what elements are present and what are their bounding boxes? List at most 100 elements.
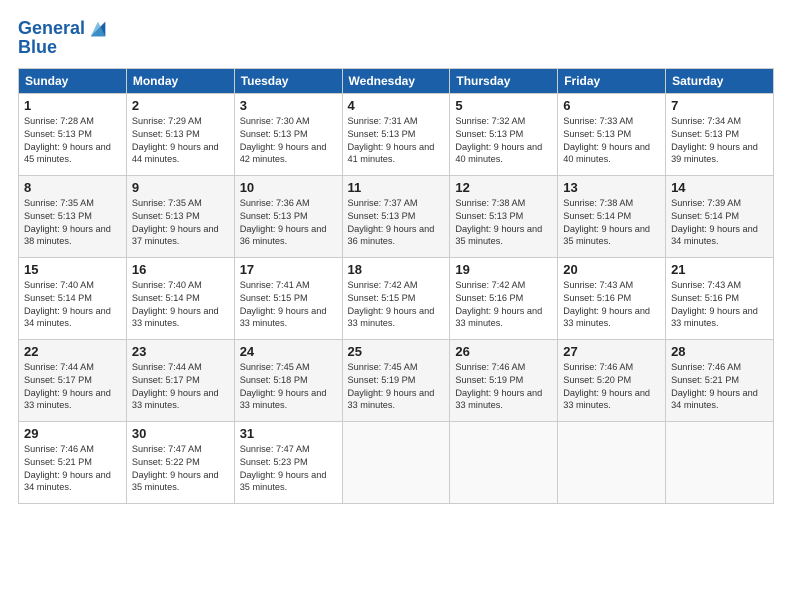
day-info: Sunrise: 7:40 AMSunset: 5:14 PMDaylight:… xyxy=(132,279,229,331)
day-number: 7 xyxy=(671,98,768,113)
day-info: Sunrise: 7:39 AMSunset: 5:14 PMDaylight:… xyxy=(671,197,768,249)
day-info: Sunrise: 7:32 AMSunset: 5:13 PMDaylight:… xyxy=(455,115,552,167)
calendar-day-cell: 1 Sunrise: 7:28 AMSunset: 5:13 PMDaylight… xyxy=(19,93,127,175)
day-number: 8 xyxy=(24,180,121,195)
calendar-day-cell: 30 Sunrise: 7:47 AMSunset: 5:22 PMDayligh… xyxy=(126,421,234,503)
day-info: Sunrise: 7:34 AMSunset: 5:13 PMDaylight:… xyxy=(671,115,768,167)
day-info: Sunrise: 7:42 AMSunset: 5:16 PMDaylight:… xyxy=(455,279,552,331)
calendar-day-cell: 19 Sunrise: 7:42 AMSunset: 5:16 PMDayligh… xyxy=(450,257,558,339)
day-number: 22 xyxy=(24,344,121,359)
day-number: 11 xyxy=(348,180,445,195)
calendar-week-row: 8 Sunrise: 7:35 AMSunset: 5:13 PMDaylight… xyxy=(19,175,774,257)
calendar-week-row: 29Sunrise: 7:46 AMSunset: 5:21 PMDayligh… xyxy=(19,421,774,503)
day-info: Sunrise: 7:40 AMSunset: 5:14 PMDaylight:… xyxy=(24,279,121,331)
header: General Blue xyxy=(18,18,774,58)
day-info: Sunrise: 7:30 AMSunset: 5:13 PMDaylight:… xyxy=(240,115,337,167)
day-number: 25 xyxy=(348,344,445,359)
day-info: Sunrise: 7:46 AMSunset: 5:21 PMDaylight:… xyxy=(671,361,768,413)
day-number: 31 xyxy=(240,426,337,441)
weekday-header: Monday xyxy=(126,68,234,93)
calendar-day-cell xyxy=(342,421,450,503)
day-number: 12 xyxy=(455,180,552,195)
day-info: Sunrise: 7:29 AMSunset: 5:13 PMDaylight:… xyxy=(132,115,229,167)
calendar-container: General Blue SundayMondayTuesdayWednesda… xyxy=(0,0,792,612)
calendar-day-cell: 20 Sunrise: 7:43 AMSunset: 5:16 PMDayligh… xyxy=(558,257,666,339)
day-info: Sunrise: 7:35 AMSunset: 5:13 PMDaylight:… xyxy=(132,197,229,249)
calendar-day-cell: 11 Sunrise: 7:37 AMSunset: 5:13 PMDayligh… xyxy=(342,175,450,257)
day-number: 1 xyxy=(24,98,121,113)
calendar-day-cell: 12 Sunrise: 7:38 AMSunset: 5:13 PMDayligh… xyxy=(450,175,558,257)
calendar-day-cell: 26Sunrise: 7:46 AMSunset: 5:19 PMDayligh… xyxy=(450,339,558,421)
day-number: 21 xyxy=(671,262,768,277)
day-number: 13 xyxy=(563,180,660,195)
day-number: 17 xyxy=(240,262,337,277)
day-number: 14 xyxy=(671,180,768,195)
logo-icon xyxy=(87,18,109,40)
calendar-day-cell: 24 Sunrise: 7:45 AMSunset: 5:18 PMDayligh… xyxy=(234,339,342,421)
day-info: Sunrise: 7:44 AMSunset: 5:17 PMDaylight:… xyxy=(24,361,121,413)
calendar-day-cell: 8 Sunrise: 7:35 AMSunset: 5:13 PMDaylight… xyxy=(19,175,127,257)
day-number: 24 xyxy=(240,344,337,359)
weekday-header: Friday xyxy=(558,68,666,93)
day-info: Sunrise: 7:43 AMSunset: 5:16 PMDaylight:… xyxy=(563,279,660,331)
calendar-day-cell: 14 Sunrise: 7:39 AMSunset: 5:14 PMDayligh… xyxy=(666,175,774,257)
weekday-header: Saturday xyxy=(666,68,774,93)
day-info: Sunrise: 7:38 AMSunset: 5:13 PMDaylight:… xyxy=(455,197,552,249)
day-info: Sunrise: 7:42 AMSunset: 5:15 PMDaylight:… xyxy=(348,279,445,331)
calendar-day-cell: 29Sunrise: 7:46 AMSunset: 5:21 PMDayligh… xyxy=(19,421,127,503)
calendar-day-cell xyxy=(450,421,558,503)
day-info: Sunrise: 7:36 AMSunset: 5:13 PMDaylight:… xyxy=(240,197,337,249)
day-info: Sunrise: 7:43 AMSunset: 5:16 PMDaylight:… xyxy=(671,279,768,331)
calendar-day-cell: 7 Sunrise: 7:34 AMSunset: 5:13 PMDaylight… xyxy=(666,93,774,175)
day-number: 23 xyxy=(132,344,229,359)
calendar-day-cell: 23 Sunrise: 7:44 AMSunset: 5:17 PMDayligh… xyxy=(126,339,234,421)
calendar-day-cell: 6 Sunrise: 7:33 AMSunset: 5:13 PMDaylight… xyxy=(558,93,666,175)
calendar-day-cell: 18 Sunrise: 7:42 AMSunset: 5:15 PMDayligh… xyxy=(342,257,450,339)
day-number: 9 xyxy=(132,180,229,195)
day-info: Sunrise: 7:33 AMSunset: 5:13 PMDaylight:… xyxy=(563,115,660,167)
day-number: 18 xyxy=(348,262,445,277)
calendar-day-cell: 4Sunrise: 7:31 AMSunset: 5:13 PMDaylight… xyxy=(342,93,450,175)
calendar-week-row: 1 Sunrise: 7:28 AMSunset: 5:13 PMDaylight… xyxy=(19,93,774,175)
weekday-header: Wednesday xyxy=(342,68,450,93)
calendar-day-cell: 27 Sunrise: 7:46 AMSunset: 5:20 PMDayligh… xyxy=(558,339,666,421)
day-number: 10 xyxy=(240,180,337,195)
calendar-day-cell: 28Sunrise: 7:46 AMSunset: 5:21 PMDayligh… xyxy=(666,339,774,421)
calendar-day-cell: 25 Sunrise: 7:45 AMSunset: 5:19 PMDayligh… xyxy=(342,339,450,421)
day-number: 15 xyxy=(24,262,121,277)
day-info: Sunrise: 7:45 AMSunset: 5:18 PMDaylight:… xyxy=(240,361,337,413)
day-info: Sunrise: 7:46 AMSunset: 5:20 PMDaylight:… xyxy=(563,361,660,413)
day-number: 6 xyxy=(563,98,660,113)
calendar-day-cell: 16 Sunrise: 7:40 AMSunset: 5:14 PMDayligh… xyxy=(126,257,234,339)
calendar-day-cell: 9 Sunrise: 7:35 AMSunset: 5:13 PMDaylight… xyxy=(126,175,234,257)
day-info: Sunrise: 7:28 AMSunset: 5:13 PMDaylight:… xyxy=(24,115,121,167)
calendar-day-cell: 22 Sunrise: 7:44 AMSunset: 5:17 PMDayligh… xyxy=(19,339,127,421)
day-info: Sunrise: 7:45 AMSunset: 5:19 PMDaylight:… xyxy=(348,361,445,413)
calendar-day-cell: 3 Sunrise: 7:30 AMSunset: 5:13 PMDaylight… xyxy=(234,93,342,175)
day-info: Sunrise: 7:44 AMSunset: 5:17 PMDaylight:… xyxy=(132,361,229,413)
logo-text2: Blue xyxy=(18,38,57,58)
day-number: 4 xyxy=(348,98,445,113)
day-number: 26 xyxy=(455,344,552,359)
calendar-day-cell: 2Sunrise: 7:29 AMSunset: 5:13 PMDaylight… xyxy=(126,93,234,175)
day-info: Sunrise: 7:37 AMSunset: 5:13 PMDaylight:… xyxy=(348,197,445,249)
calendar-body: 1 Sunrise: 7:28 AMSunset: 5:13 PMDaylight… xyxy=(19,93,774,503)
day-number: 5 xyxy=(455,98,552,113)
day-info: Sunrise: 7:38 AMSunset: 5:14 PMDaylight:… xyxy=(563,197,660,249)
day-number: 20 xyxy=(563,262,660,277)
calendar-day-cell xyxy=(666,421,774,503)
logo: General Blue xyxy=(18,18,109,58)
calendar-day-cell: 13 Sunrise: 7:38 AMSunset: 5:14 PMDayligh… xyxy=(558,175,666,257)
day-number: 19 xyxy=(455,262,552,277)
day-info: Sunrise: 7:47 AMSunset: 5:22 PMDaylight:… xyxy=(132,443,229,495)
day-number: 16 xyxy=(132,262,229,277)
day-number: 30 xyxy=(132,426,229,441)
calendar-day-cell xyxy=(558,421,666,503)
calendar-day-cell: 21 Sunrise: 7:43 AMSunset: 5:16 PMDayligh… xyxy=(666,257,774,339)
calendar-week-row: 22 Sunrise: 7:44 AMSunset: 5:17 PMDayligh… xyxy=(19,339,774,421)
day-number: 3 xyxy=(240,98,337,113)
day-number: 29 xyxy=(24,426,121,441)
day-number: 27 xyxy=(563,344,660,359)
day-info: Sunrise: 7:35 AMSunset: 5:13 PMDaylight:… xyxy=(24,197,121,249)
calendar-header-row: SundayMondayTuesdayWednesdayThursdayFrid… xyxy=(19,68,774,93)
